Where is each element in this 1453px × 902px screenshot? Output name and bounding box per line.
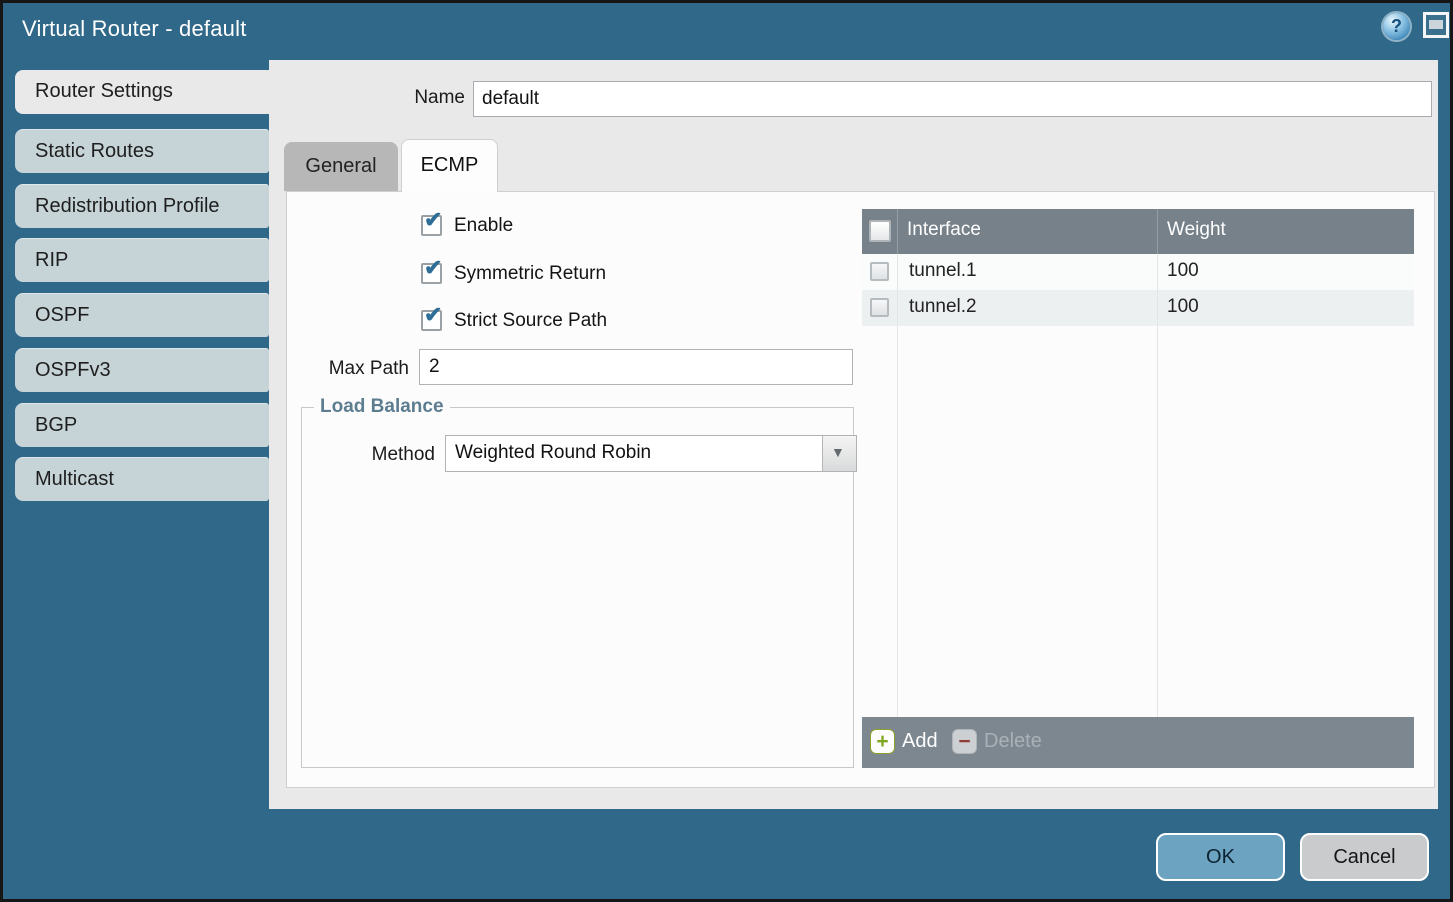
tab-ecmp[interactable]: ECMP	[401, 139, 498, 192]
sidebar-item-bgp[interactable]: BGP	[15, 403, 269, 447]
add-button[interactable]: + Add	[870, 729, 945, 755]
column-divider	[1157, 254, 1158, 717]
table-row[interactable]: tunnel.2 100	[862, 290, 1414, 326]
virtual-router-dialog: Virtual Router - default ? Router Settin…	[0, 0, 1453, 902]
table-footer: + Add − Delete	[862, 717, 1414, 768]
sidebar-item-router-settings[interactable]: Router Settings	[15, 70, 271, 114]
select-all-checkbox[interactable]	[869, 220, 891, 242]
check-icon: ✔	[424, 209, 442, 231]
table-header: Interface Weight	[862, 209, 1414, 254]
tab-general[interactable]: General	[284, 142, 398, 191]
delete-icon: −	[952, 729, 977, 754]
strict-source-path-label: Strict Source Path	[454, 310, 607, 332]
interface-cell: tunnel.2	[909, 296, 977, 318]
interface-cell: tunnel.1	[909, 260, 977, 282]
delete-button-label: Delete	[984, 730, 1042, 753]
load-balance-group: Load Balance Method Weighted Round Robin…	[301, 407, 854, 768]
row-checkbox[interactable]	[870, 298, 889, 317]
method-selected-value: Weighted Round Robin	[455, 442, 651, 464]
delete-button[interactable]: − Delete	[952, 729, 1047, 755]
chevron-down-icon: ▼	[831, 444, 845, 460]
restore-window-icon-inner	[1429, 20, 1443, 29]
sidebar-item-multicast[interactable]: Multicast	[15, 457, 269, 501]
add-icon: +	[870, 729, 895, 754]
weight-cell: 100	[1167, 260, 1199, 282]
symmetric-return-label: Symmetric Return	[454, 263, 606, 285]
weight-cell: 100	[1167, 296, 1199, 318]
interface-column-header[interactable]: Interface	[907, 219, 981, 241]
restore-window-icon[interactable]	[1423, 12, 1449, 38]
enable-checkbox[interactable]: ✔	[421, 215, 442, 236]
check-icon: ✔	[424, 304, 442, 326]
method-dropdown[interactable]: Weighted Round Robin ▼	[445, 435, 857, 472]
column-divider	[897, 209, 898, 254]
enable-label: Enable	[454, 215, 513, 237]
sidebar-item-static-routes[interactable]: Static Routes	[15, 129, 269, 173]
weight-column-header[interactable]: Weight	[1167, 219, 1226, 241]
cancel-button[interactable]: Cancel	[1300, 833, 1429, 881]
dialog-title: Virtual Router - default	[22, 16, 247, 42]
method-dropdown-button[interactable]: ▼	[822, 436, 856, 471]
ok-button[interactable]: OK	[1156, 833, 1285, 881]
column-divider	[897, 254, 898, 717]
max-path-input[interactable]	[419, 349, 853, 385]
check-icon: ✔	[424, 257, 442, 279]
name-label: Name	[343, 87, 465, 109]
table-row[interactable]: tunnel.1 100	[862, 254, 1414, 290]
sidebar-item-redistribution-profile[interactable]: Redistribution Profile	[15, 184, 269, 228]
column-divider	[1157, 209, 1158, 254]
load-balance-legend: Load Balance	[314, 396, 450, 418]
title-bar: Virtual Router - default ?	[6, 3, 1447, 57]
sidebar-item-rip[interactable]: RIP	[15, 238, 269, 282]
interface-table: Interface Weight tunnel.1 100 tunnel.2 1…	[862, 209, 1414, 768]
method-label: Method	[322, 444, 435, 466]
strict-source-path-checkbox[interactable]: ✔	[421, 310, 442, 331]
name-input[interactable]	[473, 81, 1432, 117]
max-path-label: Max Path	[297, 358, 409, 380]
sidebar-item-ospfv3[interactable]: OSPFv3	[15, 348, 269, 392]
row-checkbox[interactable]	[870, 262, 889, 281]
sidebar-item-ospf[interactable]: OSPF	[15, 293, 269, 337]
ecmp-tab-panel: ✔ Enable ✔ Symmetric Return ✔ Strict Sou…	[286, 191, 1435, 788]
symmetric-return-checkbox[interactable]: ✔	[421, 263, 442, 284]
add-button-label: Add	[902, 730, 938, 753]
help-icon[interactable]: ?	[1383, 13, 1410, 40]
